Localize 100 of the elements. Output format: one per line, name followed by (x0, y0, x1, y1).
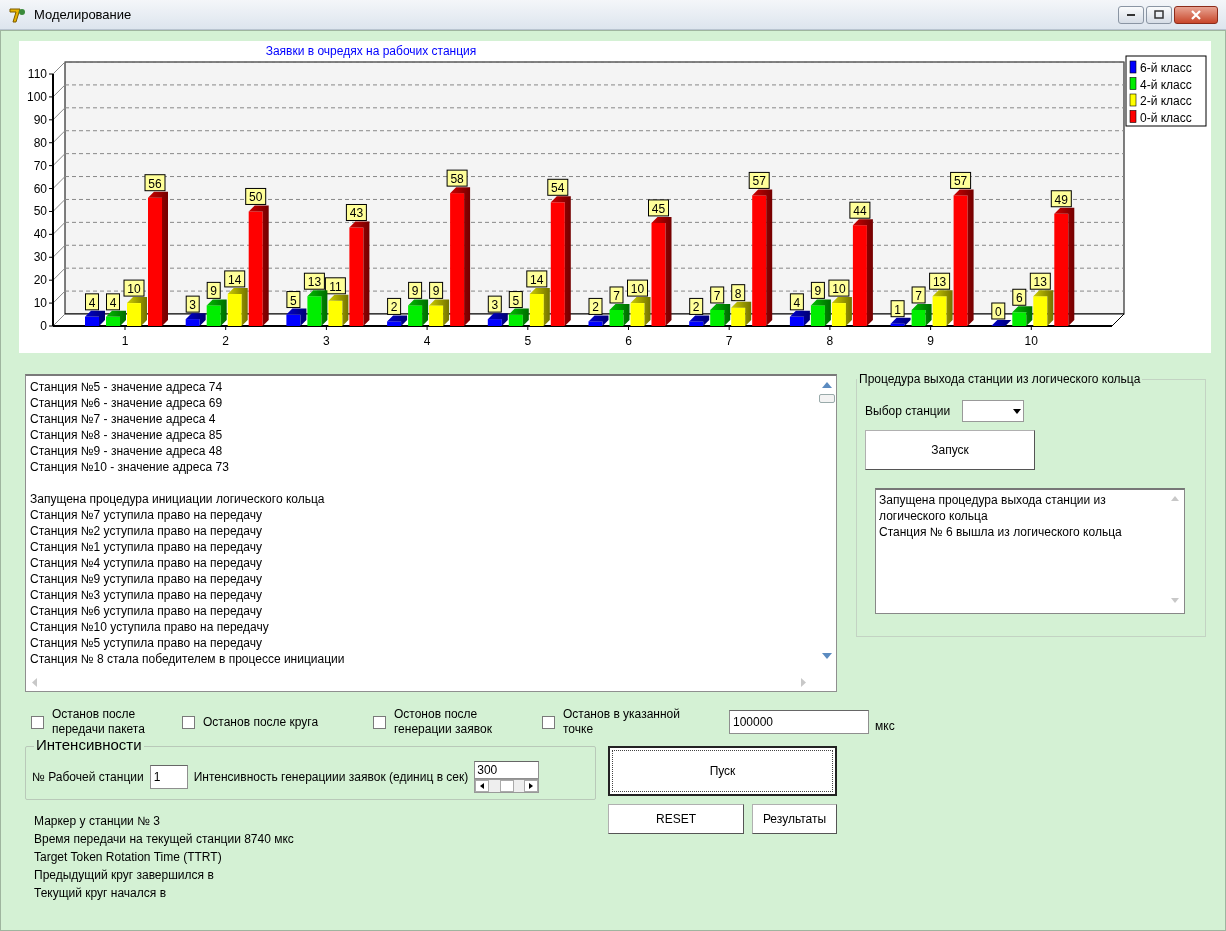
bar (789, 316, 804, 326)
start-button[interactable]: Пуск (608, 746, 837, 796)
data-label: 0 (994, 305, 1002, 319)
dropdown-arrow-icon[interactable] (1013, 408, 1022, 414)
log-line: Станция №4 уступила право на передачу (30, 555, 263, 571)
data-label: 6 (1012, 288, 1027, 306)
data-label: 13 (1033, 275, 1048, 290)
data-label: 8 (731, 284, 746, 302)
checkbox-label: Останов в указанной точке (563, 707, 681, 737)
log-line: Станция №10 уступила право на передачу (30, 619, 270, 635)
bar (127, 303, 141, 326)
legend-swatch (1129, 93, 1137, 107)
data-label: 58 (450, 172, 465, 187)
data-label: 14 (224, 270, 246, 288)
data-label: 45 (648, 199, 669, 217)
station-select-label: Выбор станции (865, 403, 951, 420)
checkbox[interactable] (182, 715, 195, 729)
data-label: 9 (432, 284, 440, 299)
data-label: 44 (849, 201, 871, 219)
axis-tick-label: 2 (222, 334, 230, 348)
data-label: 56 (144, 174, 166, 192)
minimize-button[interactable] (1118, 5, 1144, 24)
data-label: 7 (710, 286, 725, 304)
log-line: Запущена процедура инициации логического кольца (30, 491, 326, 507)
status-text: Маркер у станции № 3 (34, 813, 162, 830)
axis-tick-label: 70 (33, 158, 47, 173)
data-label: 44 (853, 204, 867, 219)
data-label: 10 (832, 282, 846, 297)
data-label: 4 (789, 293, 804, 311)
legend-swatch (1129, 77, 1137, 90)
maximize-icon (1154, 10, 1164, 19)
scroll-right-button[interactable] (524, 780, 539, 792)
bar (689, 321, 704, 326)
bar (185, 319, 200, 326)
data-label: 10 (123, 279, 145, 297)
axis-tick-label: 50 (33, 204, 47, 219)
data-label: 2 (689, 297, 704, 315)
scrollbar-thumb[interactable] (499, 780, 514, 792)
axis-tick-label: 8 (826, 334, 834, 348)
data-label: 2 (592, 300, 600, 315)
log-line: Запущена процедура выхода станции из логического кольца (879, 492, 1107, 524)
axis-tick-label: 90 (33, 112, 47, 127)
axis-tick-label: 10 (33, 296, 47, 311)
data-label: 57 (752, 174, 767, 189)
bar (85, 316, 99, 326)
maximize-button[interactable] (1146, 5, 1172, 24)
axis-tick-label: 9 (927, 334, 934, 348)
data-label: 9 (408, 281, 423, 299)
scroll-left-button[interactable] (475, 780, 490, 792)
legend-swatch (1129, 60, 1137, 74)
status-text: Текущий круг начался в (34, 885, 167, 902)
data-label: 9 (206, 281, 221, 299)
reset-button[interactable]: RESET (608, 804, 744, 834)
scrollbar-thumb[interactable] (819, 394, 835, 403)
station-field[interactable]: 1 (149, 765, 188, 789)
time-field[interactable]: 100000 (729, 710, 869, 734)
log-line: Станция № 8 стала победителем в процессе инициации (30, 651, 346, 667)
scroll-up-icon[interactable] (822, 382, 832, 388)
axis-tick-label: 80 (33, 135, 47, 150)
data-label: 58 (446, 169, 468, 187)
data-label: 13 (307, 275, 322, 290)
unit-label: мкс (875, 718, 895, 735)
data-label: 9 (814, 284, 822, 299)
data-label: 50 (249, 190, 263, 205)
axis-tick-label: 40 (33, 227, 47, 242)
data-label: 13 (303, 272, 325, 290)
data-label: 4 (793, 295, 801, 310)
scroll-down-icon[interactable] (822, 653, 832, 659)
data-label: 5 (512, 293, 520, 308)
log-line: Станция №7 - значение адреса 4 (30, 411, 217, 427)
checkbox[interactable] (373, 715, 386, 729)
results-button[interactable]: Результаты (752, 804, 837, 834)
bar (588, 321, 603, 326)
legend-label: 6-й класс (1140, 61, 1192, 75)
log-line: Станция №5 - значение адреса 74 (30, 379, 224, 395)
app-icon (8, 5, 26, 24)
data-label: 5 (286, 291, 301, 309)
data-label: 54 (551, 181, 565, 196)
data-label: 10 (127, 282, 141, 297)
data-label: 6 (1015, 291, 1023, 306)
checkbox[interactable] (31, 715, 44, 729)
log-line: Станция №2 уступила право на передачу (30, 523, 263, 539)
close-button[interactable] (1174, 5, 1218, 24)
data-label: 9 (411, 284, 419, 299)
chart-title: Заявки в очредях на рабочих станция (265, 44, 477, 58)
data-label: 5 (508, 291, 523, 309)
log-line: Станция №1 уступила право на передачу (30, 539, 263, 555)
axis-tick-label: 3 (323, 334, 330, 348)
status-text: Target Token Rotation Time (TTRT) (34, 849, 223, 866)
axis-tick-label: 4 (423, 334, 431, 348)
data-label: 49 (1050, 190, 1072, 208)
data-label: 9 (210, 284, 218, 299)
run-button[interactable]: Запуск (865, 430, 1035, 470)
close-icon (1190, 9, 1202, 20)
rate-scrollbar[interactable] (474, 779, 540, 793)
rate-field[interactable]: 300 (474, 761, 540, 779)
data-label: 1 (894, 302, 902, 317)
axis-tick-label: 60 (33, 181, 47, 196)
checkbox[interactable] (542, 715, 555, 729)
data-label: 14 (526, 270, 548, 288)
